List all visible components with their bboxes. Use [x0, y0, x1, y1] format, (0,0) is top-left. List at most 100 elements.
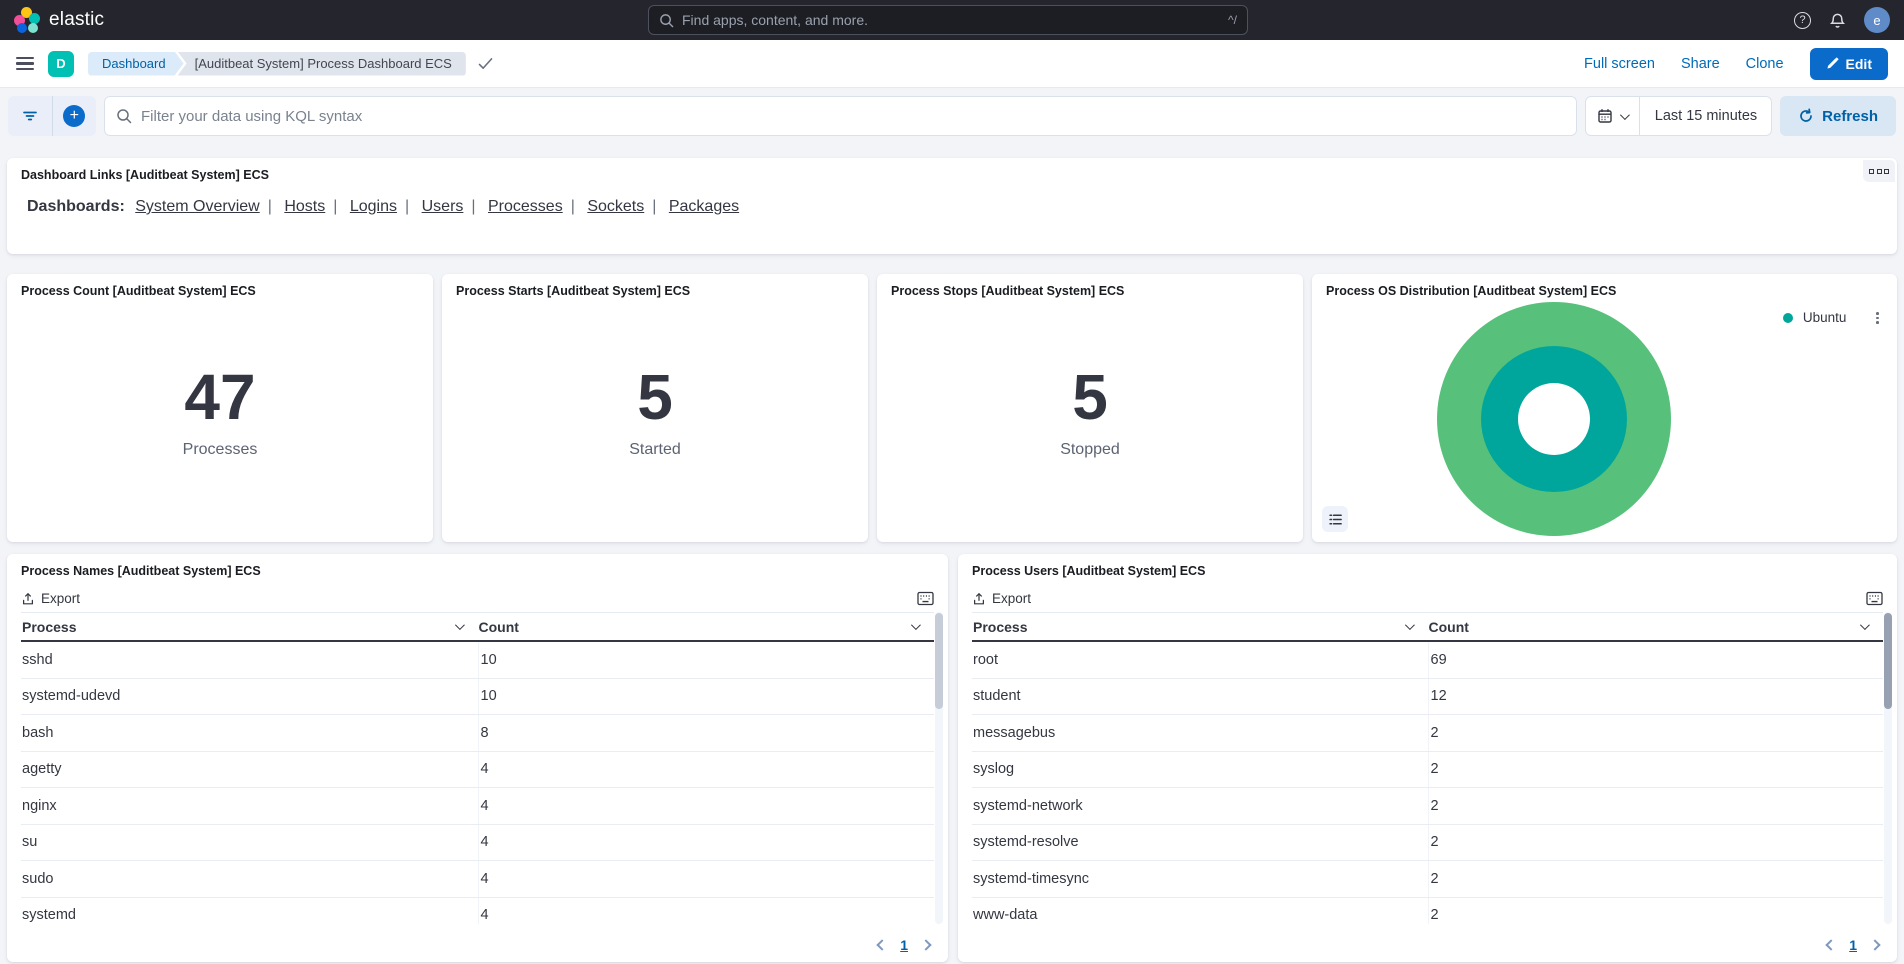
- chevron-down-icon: [1620, 110, 1630, 120]
- donut-chart[interactable]: [1437, 302, 1671, 536]
- link-users[interactable]: Users: [422, 198, 464, 215]
- edit-button[interactable]: Edit: [1810, 48, 1888, 80]
- next-page-button[interactable]: [920, 939, 931, 950]
- breadcrumb-current-dashboard[interactable]: [Auditbeat System] Process Dashboard ECS: [178, 52, 466, 76]
- previous-page-button[interactable]: [1826, 939, 1837, 950]
- page-1-button[interactable]: 1: [1849, 937, 1857, 953]
- export-icon: [972, 592, 986, 606]
- table-row: sudo4: [21, 861, 934, 898]
- link-separator: |: [268, 198, 272, 215]
- filter-actions-group: +: [8, 96, 96, 136]
- help-icon[interactable]: ?: [1794, 12, 1811, 29]
- dashboard-grid: Dashboard Links [Auditbeat System] ECS D…: [0, 150, 1904, 964]
- chevron-down-icon: [1860, 620, 1870, 630]
- filter-menu-button[interactable]: [8, 96, 53, 136]
- refresh-button[interactable]: Refresh: [1780, 96, 1896, 136]
- plus-icon: +: [63, 105, 85, 127]
- space-badge[interactable]: D: [48, 51, 74, 77]
- panel-process-users: Process Users [Auditbeat System] ECS Exp…: [958, 554, 1897, 962]
- user-avatar[interactable]: e: [1864, 7, 1890, 33]
- table-row: student12: [972, 679, 1883, 716]
- legend-label-ubuntu[interactable]: Ubuntu: [1803, 310, 1847, 325]
- navbar: D Dashboard [Auditbeat System] Process D…: [0, 40, 1904, 88]
- column-header-count[interactable]: Count: [1428, 619, 1884, 635]
- chevron-down-icon: [1404, 620, 1414, 630]
- menu-icon[interactable]: [16, 57, 34, 71]
- process-count-label: Processes: [183, 441, 258, 459]
- column-header-process[interactable]: Process: [972, 619, 1428, 635]
- kql-query-bar[interactable]: [104, 96, 1577, 136]
- table-body: sshd10 systemd-udevd10 bash8 agetty4 ngi…: [21, 642, 934, 924]
- column-header-count[interactable]: Count: [478, 619, 935, 635]
- link-processes[interactable]: Processes: [488, 198, 563, 215]
- dashboards-label: Dashboards:: [27, 198, 125, 215]
- page-1-button[interactable]: 1: [900, 937, 908, 953]
- search-shortcut-hint: ^/: [1228, 13, 1237, 27]
- table-row: systemd4: [21, 898, 934, 925]
- table-scrollbar[interactable]: [935, 612, 943, 924]
- next-page-button[interactable]: [1869, 939, 1880, 950]
- table-scrollbar[interactable]: [1884, 612, 1892, 924]
- date-quick-select-button[interactable]: [1585, 96, 1640, 136]
- global-search-input[interactable]: [682, 12, 1220, 28]
- edit-button-label: Edit: [1846, 56, 1872, 72]
- pagination: 1: [878, 937, 930, 953]
- time-range-label[interactable]: Last 15 minutes: [1640, 108, 1772, 124]
- add-filter-button[interactable]: +: [53, 96, 97, 136]
- table-row: bash8: [21, 715, 934, 752]
- table-body: root69 student12 messagebus2 syslog2 sys…: [972, 642, 1883, 924]
- full-screen-link[interactable]: Full screen: [1584, 56, 1655, 72]
- table-header-row: Process Count: [972, 612, 1883, 642]
- share-link[interactable]: Share: [1681, 56, 1720, 72]
- table-row: systemd-resolve2: [972, 825, 1883, 862]
- scrollbar-thumb[interactable]: [935, 613, 943, 709]
- previous-page-button[interactable]: [877, 939, 888, 950]
- legend-toggle-button[interactable]: [1322, 506, 1348, 532]
- time-picker: Last 15 minutes: [1585, 96, 1772, 136]
- elastic-logo[interactable]: elastic: [14, 7, 104, 33]
- process-starts-value: 5: [637, 365, 673, 429]
- table-row: agetty4: [21, 752, 934, 789]
- filter-bar: + Last 15 minutes Refresh: [8, 96, 1896, 136]
- keyboard-shortcuts-icon[interactable]: [1866, 591, 1883, 606]
- filter-icon: [22, 108, 38, 124]
- legend-options-icon[interactable]: [1874, 310, 1881, 326]
- link-packages[interactable]: Packages: [669, 198, 739, 215]
- calendar-icon: [1597, 108, 1613, 124]
- panel-process-count: Process Count [Auditbeat System] ECS 47 …: [7, 274, 433, 542]
- link-hosts[interactable]: Hosts: [284, 198, 325, 215]
- breadcrumb: Dashboard [Auditbeat System] Process Das…: [88, 52, 493, 76]
- scrollbar-thumb[interactable]: [1884, 613, 1892, 709]
- search-icon: [659, 13, 674, 28]
- table-row: syslog2: [972, 752, 1883, 789]
- newsfeed-icon[interactable]: [1829, 12, 1846, 29]
- legend-dot-ubuntu: [1783, 313, 1793, 323]
- kql-query-input[interactable]: [141, 108, 1565, 125]
- breadcrumb-dashboard[interactable]: Dashboard: [88, 52, 184, 76]
- table-row: systemd-udevd10: [21, 679, 934, 716]
- elastic-logo-icon: [14, 7, 40, 33]
- export-button[interactable]: Export: [21, 591, 80, 606]
- link-system-overview[interactable]: System Overview: [135, 198, 259, 215]
- refresh-icon: [1798, 108, 1814, 124]
- donut-hole: [1518, 383, 1590, 455]
- column-header-process[interactable]: Process: [21, 619, 478, 635]
- export-button-label: Export: [41, 591, 80, 606]
- table-row: sshd10: [21, 642, 934, 679]
- panel-options-icon[interactable]: [1863, 160, 1895, 182]
- link-sockets[interactable]: Sockets: [587, 198, 644, 215]
- clone-link[interactable]: Clone: [1746, 56, 1784, 72]
- panel-title: Process Users [Auditbeat System] ECS: [958, 554, 1897, 578]
- link-logins[interactable]: Logins: [350, 198, 397, 215]
- global-search[interactable]: ^/: [648, 5, 1248, 35]
- export-button[interactable]: Export: [972, 591, 1031, 606]
- refresh-button-label: Refresh: [1822, 108, 1878, 125]
- keyboard-shortcuts-icon[interactable]: [917, 591, 934, 606]
- pencil-icon: [1826, 57, 1839, 70]
- table-row: www-data2: [972, 898, 1883, 925]
- table-row: nginx4: [21, 788, 934, 825]
- panel-title: Dashboard Links [Auditbeat System] ECS: [7, 158, 1897, 182]
- panel-process-stops: Process Stops [Auditbeat System] ECS 5 S…: [877, 274, 1303, 542]
- table-row: systemd-timesync2: [972, 861, 1883, 898]
- pagination: 1: [1827, 937, 1879, 953]
